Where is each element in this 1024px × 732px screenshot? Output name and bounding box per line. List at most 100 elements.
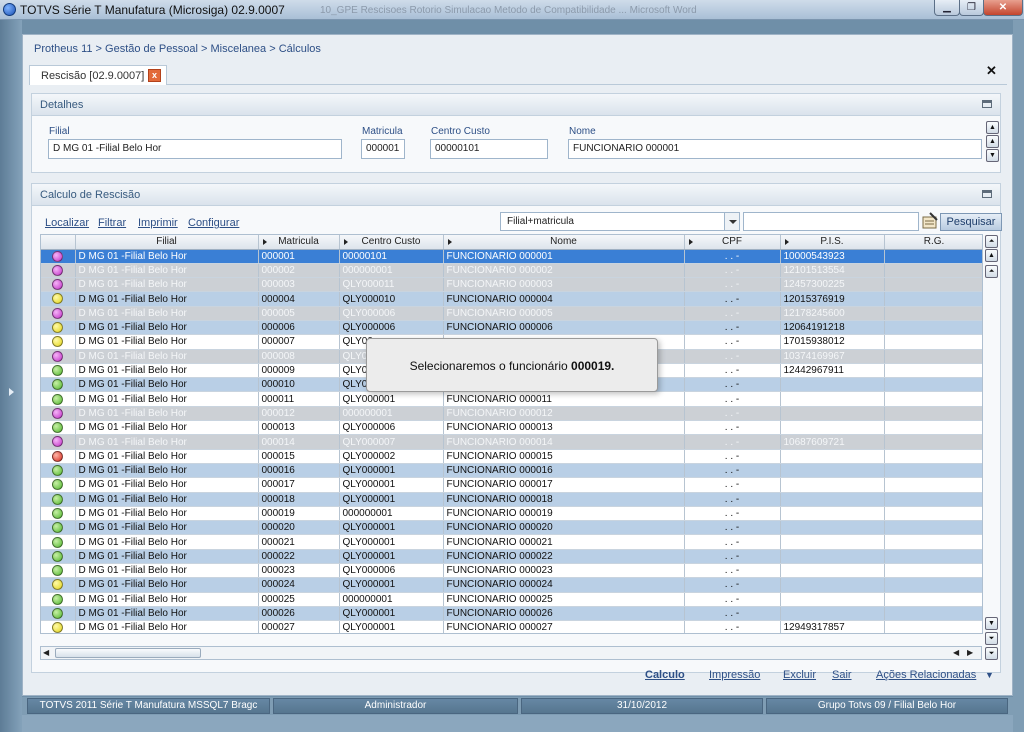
order-select[interactable]: Filial+matricula [500,212,740,231]
table-row[interactable]: D MG 01 -Filial Belo Hor 000001 00000101 FU… [41,249,982,264]
filtrar-link[interactable]: Filtrar [98,217,126,229]
localizar-link[interactable]: Localizar [45,217,89,229]
scroll-left-icon[interactable]: ◀ [43,648,49,657]
table-row[interactable]: D MG 01 -Filial Belo Hor 000022 QLY000001 F… [41,549,982,565]
expand-arrow-icon[interactable] [9,388,14,396]
search-input[interactable] [743,212,919,231]
cell-filial: D MG 01 -Filial Belo Hor [75,420,259,436]
maximize-button[interactable]: ❐ [959,0,984,16]
grid-horizontal-scroll[interactable]: ◀ ◀ ▶ [40,646,982,660]
scroll-middle-icon[interactable]: ▲ [986,135,999,148]
scroll-top-icon[interactable]: ⏶ [985,235,998,248]
column-header-nome[interactable]: Nome [443,235,685,250]
cell-rg [884,249,982,264]
scroll-bottom-icon[interactable]: ⏷ [985,647,998,660]
column-header-centro-custo[interactable]: Centro Custo [339,235,444,250]
cell-nome: FUNCIONARIO 000017 [443,477,685,493]
scroll-right-icon[interactable]: ▶ [967,648,973,657]
minimize-panel-icon[interactable] [982,190,992,198]
configurar-link[interactable]: Configurar [188,217,239,229]
grid-vertical-scroll[interactable]: ⏶ ▲ ⏶ ▼ ⏷ ⏷ [985,234,1001,664]
tab-rescisao[interactable]: Rescisão [02.9.0007] x [29,65,167,85]
cell-nome: FUNCIONARIO 000020 [443,520,685,536]
table-row[interactable]: D MG 01 -Filial Belo Hor 000006 QLY000006 F… [41,320,982,336]
table-row[interactable]: D MG 01 -Filial Belo Hor 000016 QLY000001 F… [41,463,982,479]
cell-filial: D MG 01 -Filial Belo Hor [75,520,259,536]
table-row[interactable]: D MG 01 -Filial Belo Hor 000015 QLY000002 F… [41,449,982,464]
cell-filial: D MG 01 -Filial Belo Hor [75,577,259,593]
table-row[interactable]: D MG 01 -Filial Belo Hor 000002 000000001 F… [41,263,982,279]
cell-centro-custo: QLY000002 [339,449,444,464]
table-row[interactable]: D MG 01 -Filial Belo Hor 000012 000000001 F… [41,406,982,422]
status-green-icon [52,565,64,577]
table-row[interactable]: D MG 01 -Filial Belo Hor 000003 QLY000011 F… [41,277,982,293]
minimize-panel-icon[interactable] [982,100,992,108]
table-row[interactable]: D MG 01 -Filial Belo Hor 000024 QLY000001 F… [41,577,982,593]
column-header-pis[interactable]: P.I.S. [780,235,885,250]
status-cell [41,334,76,350]
table-row[interactable]: D MG 01 -Filial Belo Hor 000011 QLY000001 F… [41,391,982,407]
table-row[interactable]: D MG 01 -Filial Belo Hor 000005 QLY000006 F… [41,306,982,321]
table-row[interactable]: D MG 01 -Filial Belo Hor 000020 QLY000001 F… [41,520,982,536]
excluir-button[interactable]: Excluir [783,669,816,681]
table-row[interactable]: D MG 01 -Filial Belo Hor 000014 QLY000007 F… [41,434,982,450]
column-header-rg[interactable]: R.G. [884,235,982,250]
table-row[interactable]: D MG 01 -Filial Belo Hor 000025 000000001 F… [41,592,982,607]
centro-custo-field[interactable]: 00000101 [430,139,548,159]
table-row[interactable]: D MG 01 -Filial Belo Hor 000027 QLY000001 F… [41,620,982,633]
close-window-button[interactable]: ✕ [983,0,1023,16]
scroll-down-icon[interactable]: ▼ [985,617,998,630]
status-cell [41,249,76,264]
status-cell [41,549,76,565]
scroll-left-icon[interactable]: ◀ [953,648,959,657]
calculo-button[interactable]: Calculo [645,669,685,681]
pesquisar-button[interactable]: Pesquisar [940,213,1002,231]
scroll-up-icon[interactable]: ▲ [985,249,998,262]
cell-filial: D MG 01 -Filial Belo Hor [75,391,259,407]
impressao-button[interactable]: Impressão [709,669,760,681]
scroll-thumb[interactable] [55,648,201,658]
table-row[interactable]: D MG 01 -Filial Belo Hor 000021 QLY000001 F… [41,534,982,550]
cell-nome: FUNCIONARIO 000021 [443,534,685,550]
cell-rg [884,377,982,393]
matricula-field[interactable]: 000001 [361,139,405,159]
status-cell [41,320,76,336]
column-header-cpf[interactable]: CPF [684,235,781,250]
cell-rg [884,506,982,522]
page-close-icon[interactable]: ✕ [986,63,997,79]
imprimir-link[interactable]: Imprimir [138,217,178,229]
cell-rg [884,592,982,607]
status-green-icon [52,364,64,376]
cell-filial: D MG 01 -Filial Belo Hor [75,434,259,450]
left-collapse-strip[interactable] [0,20,22,732]
table-row[interactable]: D MG 01 -Filial Belo Hor 000023 QLY000006 F… [41,563,982,579]
column-header-filial[interactable]: Filial [75,235,259,250]
scroll-pageup-icon[interactable]: ⏶ [985,265,998,278]
minimize-button[interactable]: ▁ [934,0,960,16]
filial-field[interactable]: D MG 01 -Filial Belo Hor [48,139,342,159]
status-product: TOTVS 2011 Série T Manufatura MSSQL7 Bra… [27,698,270,714]
scroll-pagedown-icon[interactable]: ⏷ [985,632,998,645]
cell-matricula: 000014 [258,434,340,450]
table-row[interactable]: D MG 01 -Filial Belo Hor 000019 000000001 F… [41,506,982,522]
status-green-icon [52,493,64,505]
chevron-down-icon[interactable] [724,213,739,230]
totvs-app-icon [3,3,16,16]
more-actions-chevron-icon[interactable]: ▼ [985,670,994,680]
tab-close-icon[interactable]: x [148,69,161,82]
status-yellow-icon [52,622,64,633]
edit-search-icon[interactable] [921,212,939,230]
table-row[interactable]: D MG 01 -Filial Belo Hor 000013 QLY000006 F… [41,420,982,436]
scroll-up-icon[interactable]: ▲ [986,121,999,134]
acoes-relacionadas-button[interactable]: Ações Relacionadas [876,669,976,681]
table-row[interactable]: D MG 01 -Filial Belo Hor 000026 QLY000001 F… [41,606,982,622]
cell-rg [884,434,982,450]
table-row[interactable]: D MG 01 -Filial Belo Hor 000018 QLY000001 F… [41,492,982,507]
sair-button[interactable]: Sair [832,669,852,681]
table-row[interactable]: D MG 01 -Filial Belo Hor 000004 QLY000010 F… [41,291,982,307]
column-header-matricula[interactable]: Matricula [258,235,340,250]
cell-matricula: 000023 [258,563,340,579]
table-row[interactable]: D MG 01 -Filial Belo Hor 000017 QLY000001 F… [41,477,982,493]
scroll-down-icon[interactable]: ▼ [986,149,999,162]
nome-field[interactable]: FUNCIONARIO 000001 [568,139,982,159]
